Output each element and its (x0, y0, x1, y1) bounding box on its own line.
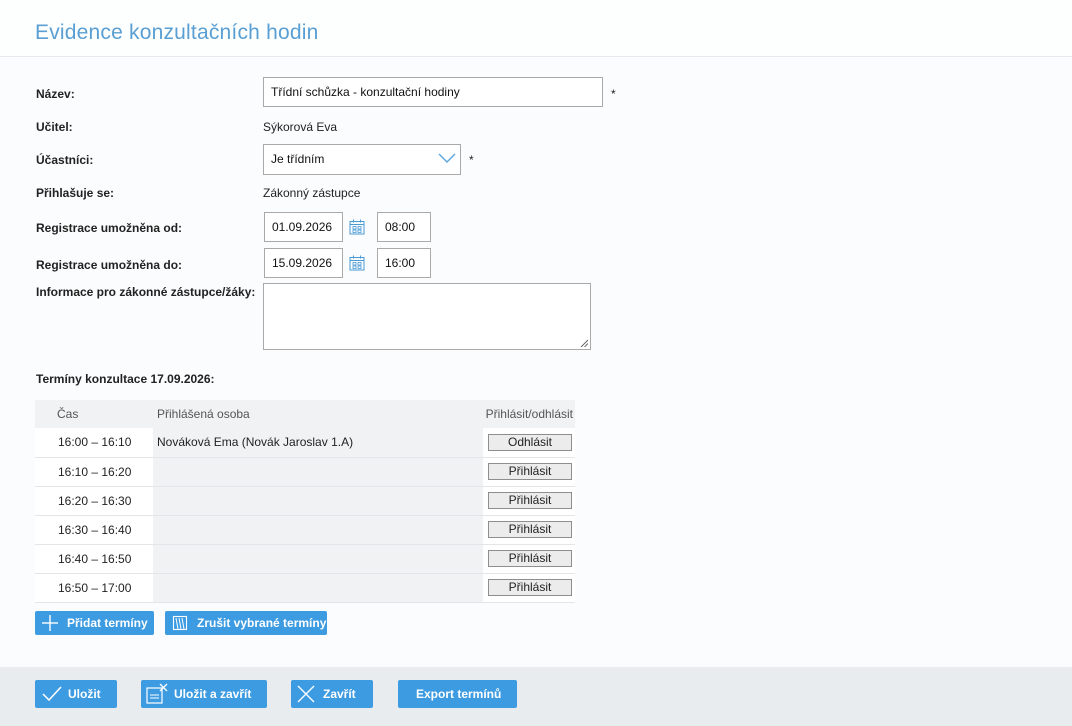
export-slots-button[interactable]: Export termínů (398, 680, 517, 708)
save-button[interactable]: Uložit (35, 680, 117, 708)
register-button[interactable]: Přihlásit (488, 521, 572, 538)
table-row: 16:40 – 16:50 Přihlásit (35, 544, 575, 574)
reg-from-date-value: 01.09.2026 (272, 220, 333, 234)
slots-title: Termíny konzultace 17.09.2026: (36, 372, 215, 386)
cancel-slots-button[interactable]: Zrušit vybrané termíny (165, 611, 327, 635)
add-slots-button[interactable]: Přidat termíny (35, 611, 154, 635)
info-label: Informace pro zákonné zástupce/žáky: (36, 285, 256, 299)
cancel-slots-label: Zrušit vybrané termíny (197, 616, 327, 630)
reg-from-date-input[interactable]: 01.09.2026 (264, 212, 343, 242)
save-close-button[interactable]: Uložit a zavřít (141, 680, 267, 708)
calendar-icon[interactable] (349, 255, 365, 271)
slot-person (153, 515, 483, 545)
register-button[interactable]: Přihlásit (488, 463, 572, 480)
name-label: Název: (36, 87, 75, 101)
required-mark: * (611, 87, 616, 101)
col-action-header: Přihlásit/odhlásit (483, 400, 575, 428)
unregister-button[interactable]: Odhlásit (488, 433, 572, 451)
required-mark: * (469, 153, 474, 167)
slots-header-row: Čas Přihlášená osoba Přihlásit/odhlásit (35, 400, 575, 428)
participants-select[interactable]: Je třídním (263, 144, 461, 175)
table-row: 16:10 – 16:20 Přihlásit (35, 457, 575, 487)
col-person-header: Přihlášená osoba (153, 400, 483, 428)
teacher-value: Sýkorová Eva (263, 120, 338, 134)
table-row: 16:00 – 16:10 Nováková Ema (Novák Jarosl… (35, 428, 575, 458)
reg-from-time-value: 08:00 (385, 220, 416, 234)
save-close-label: Uložit a zavřít (174, 687, 252, 701)
add-slots-label: Přidat termíny (67, 616, 148, 630)
register-button[interactable]: Přihlásit (488, 550, 572, 567)
slot-person (153, 544, 483, 574)
register-button[interactable]: Přihlásit (488, 579, 572, 596)
reg-to-date-value: 15.09.2026 (272, 256, 333, 270)
table-row: 16:50 – 17:00 Přihlásit (35, 573, 575, 603)
slot-person (153, 573, 483, 603)
close-icon (297, 685, 315, 703)
page-title: Evidence konzultačních hodin (35, 21, 319, 44)
signs-up-label: Přihlašuje se: (36, 186, 115, 200)
calendar-icon[interactable] (349, 219, 365, 235)
participants-value: Je třídním (271, 152, 325, 166)
reg-from-time-input[interactable]: 08:00 (377, 212, 431, 242)
table-row: 16:20 – 16:30 Přihlásit (35, 486, 575, 516)
slot-time: 16:30 – 16:40 (35, 515, 153, 545)
slot-person (153, 457, 483, 487)
info-textarea[interactable] (263, 283, 591, 350)
reg-to-date-input[interactable]: 15.09.2026 (264, 248, 343, 278)
slot-time: 16:10 – 16:20 (35, 457, 153, 487)
participants-label: Účastníci: (36, 153, 94, 167)
close-label: Zavřít (323, 687, 356, 701)
plus-icon (42, 615, 58, 631)
slots-table: Čas Přihlášená osoba Přihlásit/odhlásit … (35, 400, 575, 603)
teacher-label: Učitel: (36, 120, 73, 134)
table-row: 16:30 – 16:40 Přihlásit (35, 515, 575, 545)
page-header: Evidence konzultačních hodin (0, 0, 1072, 57)
slot-time: 16:00 – 16:10 (35, 428, 153, 458)
slot-time: 16:40 – 16:50 (35, 544, 153, 574)
reg-to-time-value: 16:00 (385, 256, 416, 270)
chevron-down-icon (438, 153, 456, 163)
col-time-header: Čas (35, 400, 153, 428)
slot-person: Nováková Ema (Novák Jaroslav 1.A) (153, 428, 483, 458)
reg-to-label: Registrace umožněna do: (36, 258, 183, 272)
name-value: Třídní schůzka - konzultační hodiny (271, 85, 460, 99)
slot-time: 16:50 – 17:00 (35, 573, 153, 603)
cancel-slots-icon (172, 615, 188, 631)
name-input[interactable]: Třídní schůzka - konzultační hodiny (263, 77, 603, 107)
close-button[interactable]: Zavřít (291, 680, 373, 708)
resize-handle-icon[interactable] (580, 339, 588, 347)
register-button[interactable]: Přihlásit (488, 492, 572, 509)
save-close-icon (146, 683, 168, 704)
export-slots-label: Export termínů (416, 687, 502, 701)
reg-to-time-input[interactable]: 16:00 (377, 248, 431, 278)
save-label: Uložit (68, 687, 101, 701)
signs-up-value: Zákonný zástupce (263, 186, 361, 200)
reg-from-label: Registrace umožněna od: (36, 221, 183, 235)
slot-time: 16:20 – 16:30 (35, 486, 153, 516)
slot-person (153, 486, 483, 516)
check-icon (42, 686, 62, 702)
